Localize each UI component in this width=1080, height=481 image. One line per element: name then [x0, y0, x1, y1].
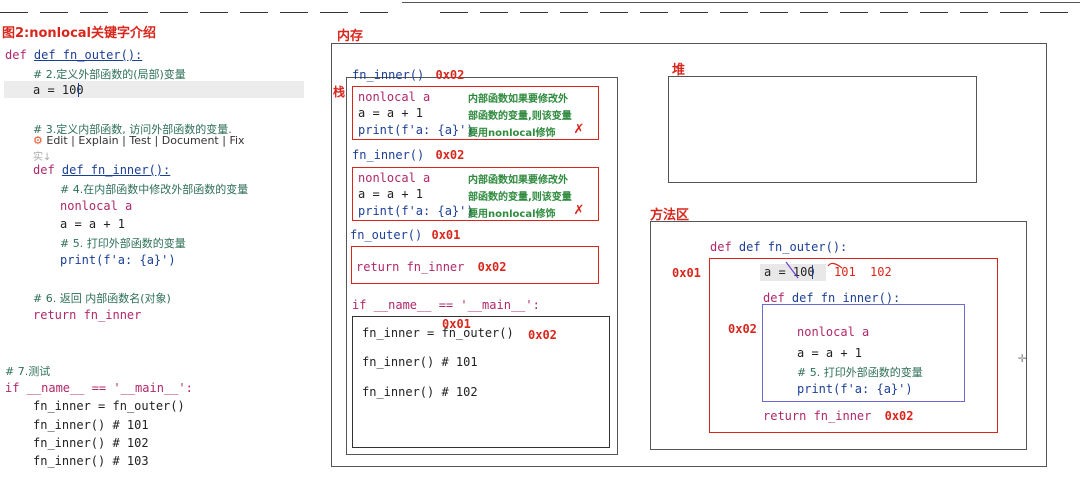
method-def-inner: def def fn_inner():: [763, 291, 901, 305]
frame1-note3: 要用nonlocal修饰: [468, 128, 556, 139]
code-nonlocal: nonlocal a: [60, 199, 133, 213]
method-comment: # 5. 打印外部函数的变量: [797, 366, 923, 379]
code-test-3: fn_inner() # 102: [33, 436, 149, 450]
document-link[interactable]: Document: [162, 134, 219, 147]
frame1-print: print(f'a: {a}'): [358, 123, 474, 137]
frame2-nonlocal: nonlocal a: [358, 171, 431, 185]
method-addr-outer: 0x01: [672, 266, 701, 280]
code-a-assign: a = 100: [33, 83, 84, 97]
frame2-note3: 要用nonlocal修饰: [468, 209, 556, 220]
frame2-note1: 内部函数如果要修改外: [468, 175, 568, 186]
test-link[interactable]: Test: [129, 134, 151, 147]
code-truncated-line: 实↓: [33, 152, 52, 163]
code-def-outer: def def fn_outer():: [5, 48, 143, 62]
explain-link[interactable]: Explain: [78, 134, 118, 147]
edit-link[interactable]: Edit: [46, 134, 67, 147]
frame1-cross-mark: ✗: [574, 118, 584, 137]
frame2-cross-mark: ✗: [574, 199, 584, 218]
frame1-note1: 内部函数如果要修改外: [468, 94, 568, 105]
frame3-return: return fn_inner 0x02: [356, 260, 507, 274]
code-test-1: fn_inner = fn_outer(): [33, 399, 185, 413]
frame1-a-plus: a = a + 1: [358, 106, 424, 120]
code-return: return fn_inner: [33, 308, 142, 322]
method-def-outer: def def fn_outer():: [710, 240, 848, 254]
ai-icon: ⚙: [33, 134, 43, 147]
code-a-plus: a = a + 1: [60, 217, 126, 231]
fix-link[interactable]: Fix: [229, 134, 244, 147]
main-line1: fn_inner = fn_outer(): [362, 326, 514, 340]
memory-title: 内存: [337, 29, 364, 44]
method-nonlocal: nonlocal a: [797, 325, 870, 339]
code-comment-2: # 2.定义外部函数的(局部)变量: [33, 68, 186, 81]
figure-title: 图2:nonlocal关键字介绍: [2, 26, 157, 41]
code-comment-6: # 6. 返回 内部函数名(对象): [33, 292, 171, 305]
main-line2: fn_inner() # 101: [362, 355, 478, 369]
code-comment-4: # 4.在内部函数中修改外部函数的变量: [60, 183, 249, 196]
method-value-102: 102: [870, 265, 892, 279]
frame2-header: fn_inner() 0x02: [352, 148, 465, 162]
method-addr-inner: 0x02: [728, 322, 757, 336]
code-comment-5: # 5. 打印外部函数的变量: [60, 237, 186, 250]
code-def-inner: def def fn_inner():: [33, 163, 171, 177]
frame3-header: fn_outer() 0x01: [350, 228, 461, 242]
frame2-print: print(f'a: {a}'): [358, 204, 474, 218]
frame2-note2: 部函数的变量,则该变量: [468, 192, 572, 203]
ai-toolbar: ⚙ Edit | Explain | Test | Document | Fix: [33, 134, 245, 147]
main-addr-a: 0x01: [442, 317, 471, 331]
method-print: print(f'a: {a}'): [797, 382, 913, 396]
frame1-header: fn_inner() 0x02: [352, 68, 465, 82]
main-addr-b: 0x02: [528, 328, 557, 342]
frame2-a-plus: a = a + 1: [358, 187, 424, 201]
text-cursor: [78, 83, 79, 97]
frame1-note2: 部函数的变量,则该变量: [468, 111, 572, 122]
code-if-main: if __name__ == '__main__':: [5, 381, 193, 395]
code-test-4: fn_inner() # 103: [33, 454, 149, 468]
top-frame-edge: [402, 0, 1080, 3]
stack-label: 栈: [333, 85, 346, 99]
frame1-nonlocal: nonlocal a: [358, 90, 431, 104]
method-a-plus: a = a + 1: [797, 346, 863, 360]
main-header: if __name__ == '__main__':: [352, 298, 540, 312]
strike-marks: [785, 261, 843, 279]
crosshair-cursor-icon: ✛: [1018, 350, 1027, 366]
code-comment-7: # 7.测试: [5, 365, 51, 378]
method-return: return fn_inner 0x02: [763, 409, 914, 423]
main-line3: fn_inner() # 102: [362, 385, 478, 399]
heap-box: [668, 76, 977, 183]
code-print: print(f'a: {a}'): [60, 253, 176, 267]
code-test-2: fn_inner() # 101: [33, 418, 149, 432]
